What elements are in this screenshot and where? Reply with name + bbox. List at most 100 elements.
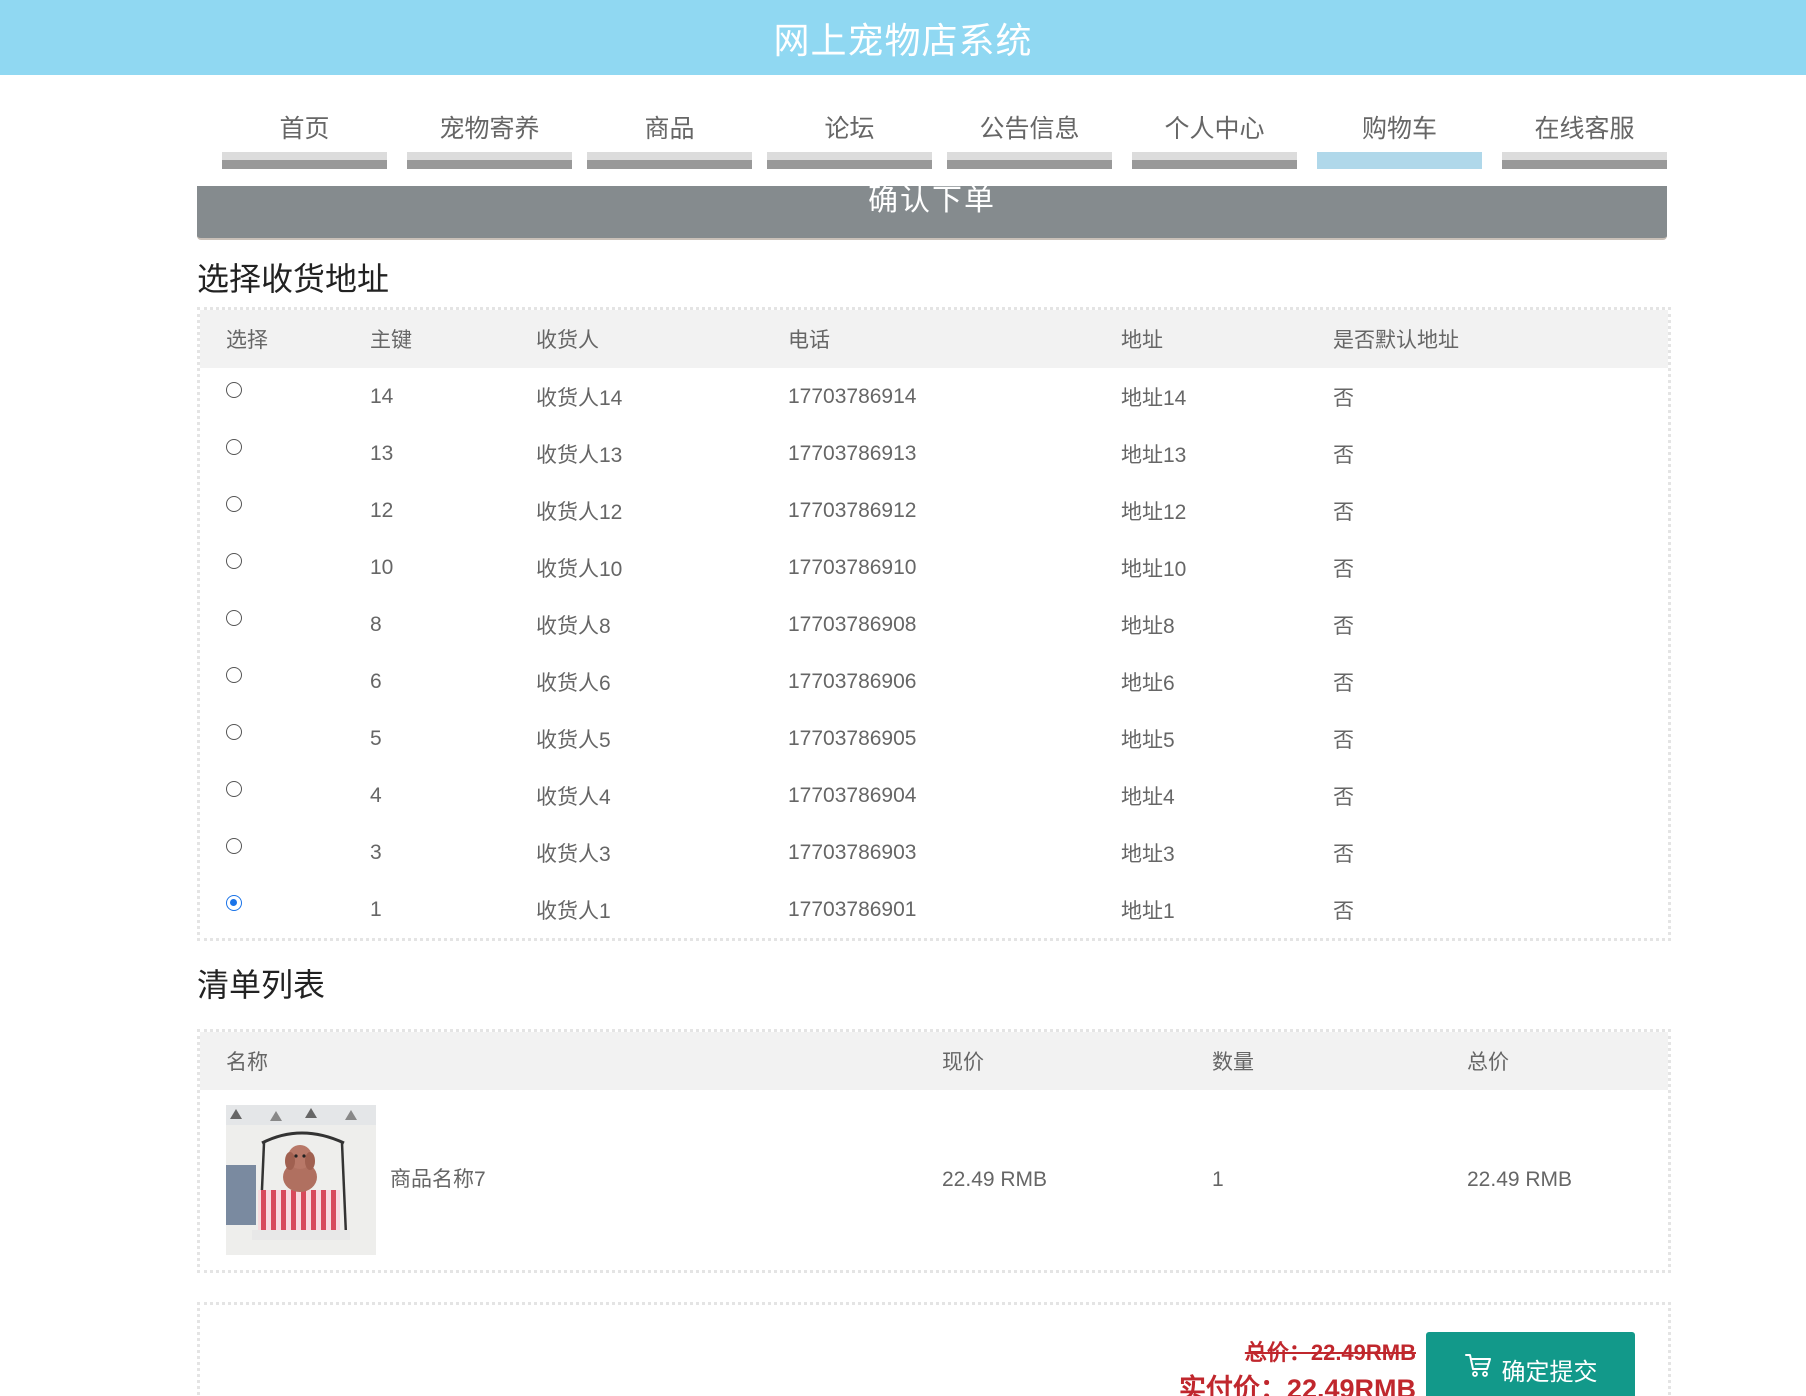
main-nav: 首页 宠物寄养 商品 论坛 公告信息 个人中心 购物车 在线客服 bbox=[0, 75, 1806, 175]
address-column-header: 主键 bbox=[370, 310, 536, 368]
nav-item-underline bbox=[1502, 152, 1667, 169]
order-table: 名称 现价 数量 总价 商品名称7 22.49 RMB 1 22.49 RMB bbox=[200, 1032, 1668, 1270]
address-select-cell bbox=[200, 425, 370, 482]
order-column-header: 名称 bbox=[200, 1032, 942, 1090]
address-cell-address: 地址10 bbox=[1121, 557, 1187, 581]
nav-item-0[interactable]: 首页 bbox=[222, 75, 387, 175]
address-radio[interactable] bbox=[226, 381, 242, 398]
address-cell-name: 收货人4 bbox=[536, 785, 611, 809]
nav-item-label: 论坛 bbox=[824, 114, 875, 143]
address-column-header: 是否默认地址 bbox=[1333, 310, 1668, 368]
address-table: 选择 主键 收货人 电话 地址 是否默认地址 14 收货人14 17703786914 地址14… bbox=[200, 310, 1668, 938]
address-cell-phone: 17703786906 bbox=[788, 669, 917, 693]
nav-item-underline bbox=[947, 152, 1112, 169]
address-radio[interactable] bbox=[226, 723, 242, 740]
submit-button-label: 确定提交 bbox=[1501, 1358, 1598, 1386]
nav-item-label: 在线客服 bbox=[1534, 114, 1635, 143]
order-column-header: 总价 bbox=[1467, 1032, 1668, 1090]
address-cell-id: 13 bbox=[370, 441, 394, 465]
address-cell-id: 4 bbox=[370, 783, 382, 807]
table-row[interactable]: 4 收货人4 17703786904 地址4 否 bbox=[200, 767, 1668, 824]
banner-title: 确认下单 bbox=[868, 186, 996, 218]
table-row[interactable]: 12 收货人12 17703786912 地址12 否 bbox=[200, 482, 1668, 539]
nav-item-4[interactable]: 公告信息 bbox=[947, 75, 1112, 175]
address-cell-address: 地址6 bbox=[1121, 671, 1175, 695]
nav-item-7[interactable]: 在线客服 bbox=[1502, 75, 1667, 175]
address-cell-address: 地址1 bbox=[1121, 899, 1175, 923]
table-row[interactable]: 8 收货人8 17703786908 地址8 否 bbox=[200, 596, 1668, 653]
address-radio[interactable] bbox=[226, 780, 242, 797]
address-cell-name: 收货人6 bbox=[536, 671, 611, 695]
address-cell-address: 地址14 bbox=[1121, 386, 1187, 410]
table-row[interactable]: 1 收货人1 17703786901 地址1 否 bbox=[200, 881, 1668, 938]
address-cell-phone: 17703786903 bbox=[788, 840, 917, 864]
address-select-cell bbox=[200, 539, 370, 596]
address-cell-phone: 17703786912 bbox=[788, 498, 917, 522]
address-cell-default: 否 bbox=[1333, 728, 1354, 752]
address-select-cell bbox=[200, 767, 370, 824]
nav-item-3[interactable]: 论坛 bbox=[767, 75, 932, 175]
address-cell-name: 收货人14 bbox=[536, 386, 623, 410]
address-cell-default: 否 bbox=[1333, 386, 1354, 410]
nav-item-underline bbox=[1132, 152, 1297, 169]
table-row[interactable]: 3 收货人3 17703786903 地址3 否 bbox=[200, 824, 1668, 881]
nav-item-2[interactable]: 商品 bbox=[587, 75, 752, 175]
address-section-title: 选择收货地址 bbox=[197, 260, 390, 298]
order-table-body: 商品名称7 22.49 RMB 1 22.49 RMB bbox=[200, 1090, 1668, 1270]
order-column-header: 现价 bbox=[942, 1032, 1212, 1090]
address-cell-address: 地址8 bbox=[1121, 614, 1175, 638]
table-row[interactable]: 13 收货人13 17703786913 地址13 否 bbox=[200, 425, 1668, 482]
submit-order-button[interactable]: 确定提交 bbox=[1426, 1332, 1635, 1396]
order-column-header: 数量 bbox=[1212, 1032, 1467, 1090]
address-radio[interactable] bbox=[226, 609, 242, 626]
table-row[interactable]: 6 收货人6 17703786906 地址6 否 bbox=[200, 653, 1668, 710]
product-image[interactable] bbox=[226, 1105, 376, 1255]
address-table-body: 14 收货人14 17703786914 地址14 否 13 收货人13 1770378691… bbox=[200, 368, 1668, 938]
address-cell-address: 地址13 bbox=[1121, 443, 1187, 467]
address-cell-default: 否 bbox=[1333, 785, 1354, 809]
address-radio[interactable] bbox=[226, 666, 242, 683]
product-name[interactable]: 商品名称7 bbox=[390, 1168, 486, 1191]
address-cell-name: 收货人13 bbox=[536, 443, 623, 467]
table-row[interactable]: 14 收货人14 17703786914 地址14 否 bbox=[200, 368, 1668, 425]
order-name-cell: 商品名称7 bbox=[200, 1090, 942, 1270]
nav-item-5[interactable]: 个人中心 bbox=[1132, 75, 1297, 175]
address-column-header: 选择 bbox=[200, 310, 370, 368]
site-title: 网上宠物店系统 bbox=[773, 20, 1033, 62]
address-radio[interactable] bbox=[226, 894, 242, 911]
actual-paid-price: 实付价：22.49RMB bbox=[1178, 1374, 1416, 1396]
nav-item-underline bbox=[222, 152, 387, 169]
address-cell-address: 地址5 bbox=[1121, 728, 1175, 752]
address-cell-id: 3 bbox=[370, 840, 382, 864]
order-cell-total: 22.49 RMB bbox=[1467, 1168, 1573, 1191]
address-radio[interactable] bbox=[226, 438, 242, 455]
address-cell-name: 收货人8 bbox=[536, 614, 611, 638]
address-cell-id: 8 bbox=[370, 612, 382, 636]
cart-icon bbox=[1464, 1354, 1491, 1377]
order-cell-qty: 1 bbox=[1212, 1168, 1224, 1191]
address-cell-default: 否 bbox=[1333, 842, 1354, 866]
address-column-header: 地址 bbox=[1121, 310, 1333, 368]
table-row[interactable]: 5 收货人5 17703786905 地址5 否 bbox=[200, 710, 1668, 767]
address-cell-name: 收货人5 bbox=[536, 728, 611, 752]
address-radio[interactable] bbox=[226, 552, 242, 569]
nav-item-label: 商品 bbox=[644, 114, 695, 143]
address-cell-phone: 17703786901 bbox=[788, 897, 917, 921]
table-row: 商品名称7 22.49 RMB 1 22.49 RMB bbox=[200, 1090, 1668, 1270]
address-radio[interactable] bbox=[226, 837, 242, 854]
nav-item-underline bbox=[767, 152, 932, 169]
address-radio[interactable] bbox=[226, 495, 242, 512]
address-select-cell bbox=[200, 824, 370, 881]
nav-item-6[interactable]: 购物车 bbox=[1317, 75, 1482, 175]
nav-item-1[interactable]: 宠物寄养 bbox=[407, 75, 572, 175]
address-select-cell bbox=[200, 482, 370, 539]
address-cell-default: 否 bbox=[1333, 899, 1354, 923]
address-cell-address: 地址4 bbox=[1121, 785, 1175, 809]
table-row[interactable]: 10 收货人10 17703786910 地址10 否 bbox=[200, 539, 1668, 596]
nav-item-label: 购物车 bbox=[1361, 114, 1437, 143]
address-cell-name: 收货人1 bbox=[536, 899, 611, 923]
nav-item-label: 宠物寄养 bbox=[439, 114, 540, 143]
address-table-box: 选择 主键 收货人 电话 地址 是否默认地址 14 收货人14 17703786914 地址14… bbox=[197, 307, 1671, 941]
address-cell-id: 6 bbox=[370, 669, 382, 693]
address-cell-address: 地址3 bbox=[1121, 842, 1175, 866]
